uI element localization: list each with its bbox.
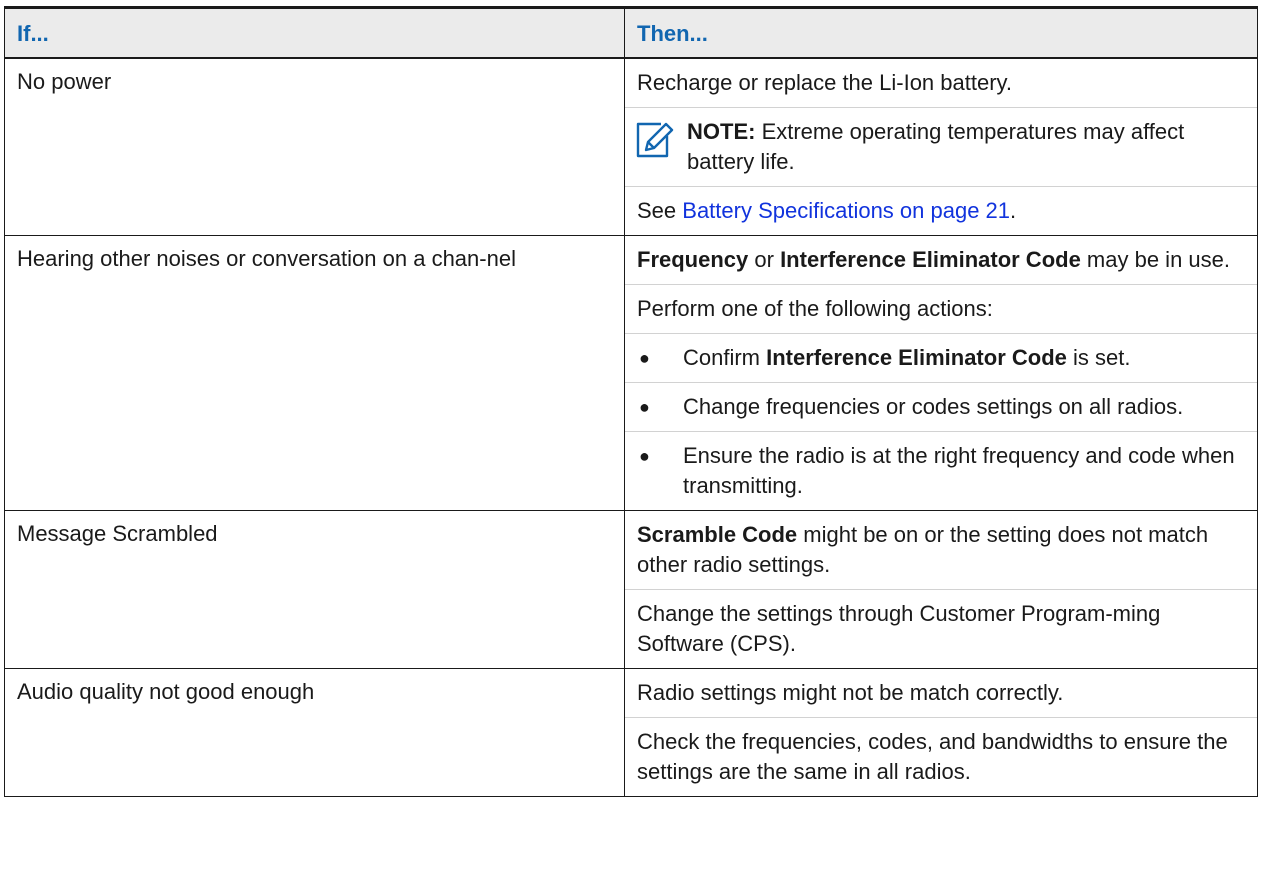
term-scramble-code: Scramble Code [637,522,798,547]
note-pencil-icon [633,117,677,161]
then-paragraph: Scramble Code might be on or the setting… [625,511,1257,589]
then-paragraph: Radio settings might not be match correc… [637,680,1064,705]
bullet-text: Confirm Interference Eliminator Code is … [683,343,1247,373]
table-row: No power Recharge or replace the Li-Ion … [4,57,1258,236]
bullet-item: ● Ensure the radio is at the right frequ… [625,431,1257,510]
then-paragraph: Frequency or Interference Eliminator Cod… [625,236,1257,284]
then-paragraph: Recharge or replace the Li-Ion battery. [637,70,1013,95]
battery-specifications-link[interactable]: Battery Specifications on page 21 [682,198,1010,223]
text-run: Confirm [683,345,767,370]
bullet-icon: ● [639,397,650,417]
table-row: Message Scrambled Scramble Code might be… [4,510,1258,669]
if-cell: No power [4,57,625,236]
note-text: NOTE: Extreme operating temperatures may… [687,117,1247,177]
bullet-text: Change frequencies or codes settings on … [683,394,1184,419]
then-paragraph: Perform one of the following actions: [625,284,1257,333]
header-if: If... [4,6,625,59]
then-cell: Frequency or Interference Eliminator Cod… [624,235,1258,511]
then-cell: Radio settings might not be match correc… [624,668,1258,797]
if-cell: Message Scrambled [4,510,625,669]
then-cell: Scramble Code might be on or the setting… [624,510,1258,669]
see-reference: See Battery Specifications on page 21. [625,186,1257,235]
bullet-item: ● Change frequencies or codes settings o… [625,382,1257,431]
text-run: is set. [1066,345,1131,370]
note-callout: NOTE: Extreme operating temperatures may… [625,107,1257,186]
text-run: may be in use. [1080,247,1230,272]
then-cell: Recharge or replace the Li-Ion battery. … [624,57,1258,236]
table-header: If... Then... [4,6,1258,59]
note-label: NOTE: [687,119,756,144]
term-interference-code: Interference Eliminator Code [766,345,1067,370]
term-interference-code: Interference Eliminator Code [780,247,1081,272]
bullet-item: ● Confirm Interference Eliminator Code i… [625,333,1257,382]
troubleshooting-table: If... Then... No power Recharge or repla… [4,6,1258,797]
if-cell: Audio quality not good enough [4,668,625,797]
see-suffix: . [1010,198,1017,223]
header-row: If... Then... [4,6,1258,59]
note-body: Extreme operating temperatures may affec… [687,119,1185,174]
bullet-text: Ensure the radio is at the right frequen… [683,443,1235,498]
see-prefix: See [637,198,683,223]
table-row: Hearing other noises or conversation on … [4,235,1258,511]
then-paragraph: Check the frequencies, codes, and bandwi… [625,717,1257,796]
term-frequency: Frequency [637,247,749,272]
then-paragraph: Change the settings through Customer Pro… [625,589,1257,668]
bullet-icon: ● [639,348,650,368]
text-run: or [748,247,781,272]
table-row: Audio quality not good enough Radio sett… [4,668,1258,797]
bullet-icon: ● [639,446,650,466]
if-cell: Hearing other noises or conversation on … [4,235,625,511]
header-then: Then... [624,6,1258,59]
